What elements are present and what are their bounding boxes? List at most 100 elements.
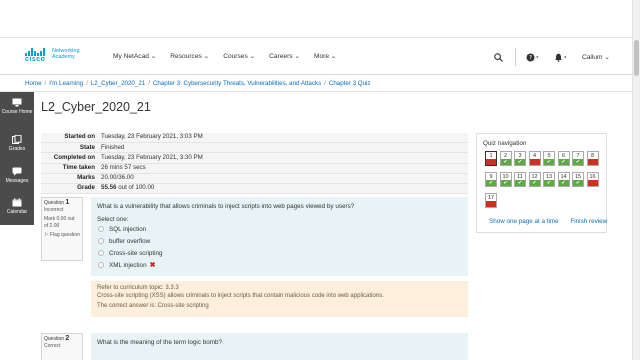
- breadcrumb-separator: /: [86, 80, 88, 87]
- quiz-nav-question-6[interactable]: 6 ✔: [557, 151, 570, 166]
- quiz-nav-question-11[interactable]: 11 ✔: [514, 172, 526, 187]
- answer-option[interactable]: Cross-site scripting: [97, 247, 462, 259]
- table-row: Grade 55.56 out of 100.00: [41, 183, 468, 194]
- page-title: L2_Cyber_2020_21: [41, 100, 151, 114]
- breadcrumb-separator: /: [324, 80, 326, 87]
- question-info-2: Question 2 Correct: [41, 333, 83, 360]
- correct-check-icon: ✔: [486, 180, 496, 186]
- summary-key: Started on: [64, 133, 95, 141]
- flag-question[interactable]: ⚐ Flag question: [44, 232, 80, 239]
- monitor-icon: [12, 98, 22, 107]
- summary-table: Started on Tuesday, 23 February 2021, 3:0…: [41, 133, 468, 194]
- scrollbar-thumb[interactable]: [634, 40, 639, 76]
- feedback-reference: Refer to curriculum topic: 3.3.3: [97, 285, 179, 291]
- select-prompt: Select one:: [97, 216, 129, 223]
- summary-value: 20.00/36.00: [101, 174, 134, 182]
- radio-button[interactable]: [98, 238, 104, 244]
- sidebar-item-calendar[interactable]: Calendar: [0, 198, 34, 215]
- radio-button[interactable]: [98, 250, 104, 256]
- chevron-down-icon: ⌄: [294, 53, 300, 60]
- correct-check-icon: ✔: [500, 159, 511, 165]
- quiz-navigation: Quiz navigation 1 2 ✔ 3 ✔ 4 5 ✔ 6 ✔ 7 ✔ 8 9 ✔ 10 ✔ 11 ✔ 12 ✔…: [476, 133, 607, 233]
- user-name: Callum: [582, 53, 603, 61]
- calendar-icon: [12, 198, 22, 207]
- summary-value: Tuesday, 23 February 2021, 3:30 PM: [101, 153, 203, 161]
- quiz-nav-question-12[interactable]: 12 ✔: [528, 172, 541, 187]
- quiz-nav-question-15[interactable]: 15 ✔: [572, 172, 584, 187]
- sidebar-item-label: Messages: [5, 178, 29, 184]
- correct-check-icon: ✔: [573, 180, 583, 186]
- grade-score: 55.56: [101, 184, 117, 192]
- quiz-nav-question-16[interactable]: 16: [586, 172, 599, 187]
- incorrect-x-icon: ✖: [149, 262, 156, 269]
- quiz-nav-question-1[interactable]: 1: [485, 151, 497, 166]
- chevron-down-icon: ⌄: [249, 53, 256, 60]
- breadcrumb-separator: /: [44, 80, 47, 87]
- correct-check-icon: ✔: [558, 159, 569, 165]
- sidebar-item-course-home[interactable]: Course Home: [0, 98, 34, 115]
- nav-courses[interactable]: Courses ⌄: [223, 52, 255, 60]
- correct-check-icon: ✔: [544, 180, 554, 186]
- sidebar-item-messages[interactable]: Messages: [0, 167, 34, 184]
- incorrect-status-bar: [486, 201, 496, 207]
- nav-more[interactable]: More ⌄: [314, 52, 336, 60]
- grade-out-of: out of 100.00: [118, 184, 155, 192]
- course-sidebar: Course Home Grades Messages Calendar: [0, 92, 34, 225]
- show-one-page-link[interactable]: Show one page at a time: [489, 218, 559, 225]
- quiz-nav-question-14[interactable]: 14 ✔: [557, 172, 570, 187]
- sidebar-item-label: Course Home: [1, 109, 33, 115]
- help-icon[interactable]: ?: [526, 50, 540, 64]
- browser-top-area: [0, 0, 632, 38]
- question-info-1: Question 1 Incorrect Mark 0.00 out of 2.…: [41, 197, 83, 261]
- quiz-nav-question-10[interactable]: 10 ✔: [499, 172, 512, 187]
- page-scrollbar[interactable]: [632, 0, 640, 360]
- chevron-down-icon: ⌄: [604, 54, 610, 61]
- quiz-nav-question-3[interactable]: 3 ✔: [514, 151, 526, 166]
- grades-icon: [12, 134, 22, 144]
- chevron-down-icon: ⌄: [203, 53, 210, 60]
- sidebar-item-grades[interactable]: Grades: [0, 134, 34, 152]
- site-header: cisco Networking Academy My NetAcad ⌄ Re…: [0, 38, 632, 75]
- quiz-nav-question-13[interactable]: 13 ✔: [543, 172, 555, 187]
- bell-icon[interactable]: [554, 50, 568, 64]
- cisco-bars-icon: [25, 48, 47, 56]
- quiz-nav-question-7[interactable]: 7 ✔: [572, 151, 584, 166]
- answer-option[interactable]: SQL injection: [97, 223, 462, 235]
- quiz-nav-question-5[interactable]: 5 ✔: [543, 151, 555, 166]
- attempt-summary: Started on Tuesday, 23 February 2021, 3:0…: [41, 133, 468, 195]
- nav-resources[interactable]: Resources ⌄: [170, 52, 209, 60]
- correct-check-icon: ✔: [558, 180, 569, 186]
- radio-button[interactable]: [98, 226, 104, 232]
- nav-careers[interactable]: Careers ⌄: [269, 52, 300, 60]
- finish-review-link[interactable]: Finish review: [570, 218, 607, 225]
- search-icon[interactable]: [494, 50, 504, 64]
- summary-key: Completed on: [53, 153, 95, 161]
- breadcrumb-im-learning[interactable]: I'm Learning: [49, 80, 83, 87]
- summary-key: Marks: [77, 174, 95, 182]
- user-menu[interactable]: Callum ⌄: [582, 50, 610, 64]
- summary-value: Tuesday, 23 February 2021, 3:03 PM: [101, 133, 203, 141]
- quiz-nav-question-2[interactable]: 2 ✔: [499, 151, 512, 166]
- question-body-2: What is the meaning of the term logic bo…: [91, 333, 468, 360]
- question-body-1: What is a vulnerability that allows crim…: [91, 197, 468, 276]
- answer-option-selected[interactable]: XML injection ✖: [97, 259, 462, 271]
- breadcrumb-quiz[interactable]: Chapter 3 Quiz: [329, 80, 371, 87]
- nav-my-netacad[interactable]: My NetAcad ⌄: [113, 52, 156, 60]
- table-row: Started on Tuesday, 23 February 2021, 3:0…: [41, 133, 468, 143]
- breadcrumb-course[interactable]: L2_Cyber_2020_21: [91, 80, 145, 87]
- breadcrumb-home[interactable]: Home: [25, 80, 42, 87]
- correct-check-icon: ✔: [515, 159, 525, 165]
- summary-key: Time taken: [62, 163, 95, 171]
- cisco-netacad-logo[interactable]: cisco Networking Academy: [25, 48, 85, 66]
- answer-option[interactable]: buffer overflow: [97, 235, 462, 247]
- quiz-nav-question-9[interactable]: 9 ✔: [485, 172, 497, 187]
- radio-button[interactable]: [98, 262, 104, 268]
- correct-check-icon: ✔: [544, 159, 554, 165]
- table-row: State Finished: [41, 143, 468, 153]
- quiz-navigation-title: Quiz navigation: [483, 140, 527, 147]
- quiz-nav-question-8[interactable]: 8: [586, 151, 599, 166]
- quiz-nav-question-17[interactable]: 17: [485, 193, 497, 208]
- breadcrumb-chapter[interactable]: Chapter 3: Cybersecurity Threats, Vulner…: [153, 80, 321, 87]
- summary-value: Finished: [101, 143, 125, 151]
- quiz-nav-question-4[interactable]: 4: [528, 151, 541, 166]
